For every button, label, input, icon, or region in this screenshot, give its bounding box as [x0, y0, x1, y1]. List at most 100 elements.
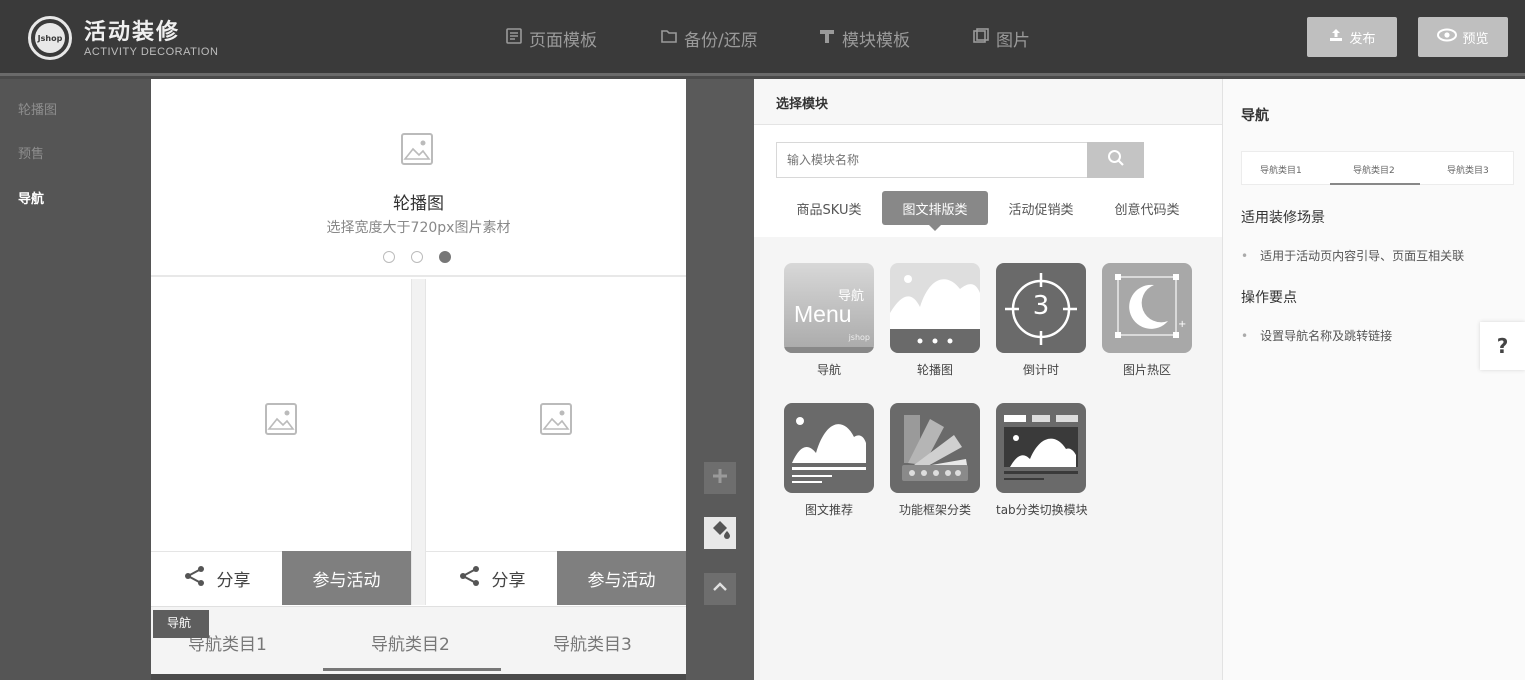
nav-label: 页面模板 [529, 31, 597, 51]
sidebar-item-carousel[interactable]: 轮播图 [18, 99, 57, 118]
category-tab-image-text[interactable]: 图文排版类 [882, 191, 988, 231]
share-icon [183, 564, 207, 594]
category-tab-promotion[interactable]: 活动促销类 [998, 191, 1084, 225]
share-button[interactable]: 分享 [151, 551, 282, 605]
share-icon [458, 564, 482, 594]
page-canvas: 轮播图 选择宽度大于720px图片素材 分享 参与活动 分享 参与活动 导航类目… [151, 79, 686, 674]
upload-icon [1328, 27, 1344, 47]
nav-tab-active-indicator [323, 668, 501, 671]
module-icon-caption: 3 [1032, 291, 1050, 321]
module-item-nav[interactable]: 导航 Menu jshop 导航 [784, 263, 874, 378]
chevron-up-icon [711, 577, 729, 602]
share-button[interactable]: 分享 [426, 551, 557, 605]
module-label: 倒计时 [1022, 363, 1059, 377]
presale-card[interactable]: 分享 参与活动 [151, 279, 411, 605]
add-module-button[interactable] [704, 462, 736, 494]
nav-module-badge: 导航 [153, 610, 209, 638]
eye-icon [1437, 28, 1458, 46]
hotspot-module-icon: + [1102, 263, 1192, 353]
module-picker-panel: 选择模块 商品SKU类 图文排版类 活动促销类 创意代码类 导航 Menu js… [754, 79, 1222, 680]
nav-label: 备份/还原 [684, 31, 758, 51]
detail-preview-tabs: 导航类目1 导航类目2 导航类目3 [1241, 151, 1514, 185]
carousel-block[interactable]: 轮播图 选择宽度大于720px图片素材 [151, 79, 686, 277]
image-placeholder-icon [540, 403, 572, 435]
folder-icon [660, 27, 678, 50]
app-title: 活动装修 [84, 20, 181, 45]
join-activity-button[interactable]: 参与活动 [557, 551, 686, 605]
share-label: 分享 [491, 571, 526, 591]
svg-text:+: + [1178, 319, 1186, 330]
detail-title: 导航 [1241, 108, 1269, 124]
canvas-tools [686, 79, 754, 680]
module-label: 导航 [816, 363, 841, 377]
share-label: 分享 [216, 571, 251, 591]
sidebar-item-nav[interactable]: 导航 [18, 188, 44, 207]
module-item-carousel[interactable]: 轮播图 [890, 263, 980, 378]
detail-tab-1[interactable]: 导航类目1 [1260, 163, 1302, 176]
nav-images[interactable]: 图片 [972, 26, 1030, 51]
module-search-area: 商品SKU类 图文排版类 活动促销类 创意代码类 [754, 125, 1222, 237]
image-placeholder-icon [401, 133, 433, 165]
module-icon-caption: jshop [848, 333, 870, 342]
logo-text: Jshop [35, 23, 65, 53]
detail-tab-2[interactable]: 导航类目2 [1353, 163, 1395, 176]
module-label: 图文推荐 [804, 503, 853, 517]
carousel-dot-active[interactable] [439, 251, 451, 263]
module-panel-title: 选择模块 [754, 79, 1222, 125]
scene-list-item: • 适用于活动页内容引导、页面互相关联 [1241, 247, 1464, 264]
carousel-subtitle: 选择宽度大于720px图片素材 [326, 220, 511, 236]
module-search-input[interactable] [777, 143, 1097, 177]
carousel-dot[interactable] [383, 251, 395, 263]
search-button[interactable] [1087, 142, 1144, 178]
module-item-framework[interactable]: 功能框架分类 [890, 403, 980, 518]
nav-page-template[interactable]: 页面模板 [505, 26, 597, 51]
image-icon [972, 27, 990, 50]
publish-label: 发布 [1349, 31, 1376, 47]
module-item-image-text[interactable]: 图文推荐 [784, 403, 874, 518]
countdown-module-icon: 3 [996, 263, 1086, 353]
nav-tab-2[interactable]: 导航类目2 [371, 630, 450, 655]
carousel-dots [383, 251, 467, 263]
nav-tab-3[interactable]: 导航类目3 [553, 630, 632, 655]
nav-backup-restore[interactable]: 备份/还原 [660, 26, 758, 51]
module-item-countdown[interactable]: 3 倒计时 [996, 263, 1086, 378]
module-icon [818, 27, 836, 50]
menu-module-icon: 导航 Menu jshop [784, 263, 874, 353]
nav-label: 图片 [996, 31, 1030, 51]
bullet-icon: • [1241, 249, 1249, 263]
detail-tab-active-indicator [1330, 183, 1420, 185]
presale-card[interactable]: 分享 参与活动 [426, 279, 686, 605]
framework-module-icon [890, 403, 980, 493]
search-icon [1107, 149, 1125, 172]
join-activity-button[interactable]: 参与活动 [282, 551, 411, 605]
detail-tab-3[interactable]: 导航类目3 [1447, 163, 1489, 176]
category-tab-creative-code[interactable]: 创意代码类 [1104, 191, 1190, 225]
carousel-dot[interactable] [411, 251, 423, 263]
nav-module-block[interactable]: 导航类目1 导航类目2 导航类目3 导航 [151, 606, 686, 674]
bullet-icon: • [1241, 329, 1249, 343]
template-icon [505, 27, 523, 50]
nav-module-template[interactable]: 模块模板 [818, 26, 910, 51]
module-detail-panel: 导航 导航类目1 导航类目2 导航类目3 适用装修场景 • 适用于活动页内容引导、… [1222, 79, 1525, 680]
module-item-hotspot[interactable]: + 图片热区 [1102, 263, 1192, 378]
category-tab-sku[interactable]: 商品SKU类 [784, 191, 874, 225]
publish-button[interactable]: 发布 [1307, 17, 1397, 57]
jshop-logo[interactable]: Jshop [28, 16, 72, 60]
app-subtitle: ACTIVITY DECORATION [84, 46, 219, 58]
paint-bucket-button[interactable] [704, 517, 736, 549]
card-footer: 分享 参与活动 [151, 551, 411, 605]
preview-button[interactable]: 预览 [1418, 17, 1508, 57]
sidebar-item-presale[interactable]: 预售 [18, 143, 44, 162]
module-item-tab-switch[interactable]: tab分类切换模块 [996, 403, 1088, 518]
collapse-up-button[interactable] [704, 573, 736, 605]
nav-label: 模块模板 [842, 31, 910, 51]
module-label: 图片热区 [1122, 363, 1171, 377]
paint-bucket-icon [709, 519, 731, 547]
help-button[interactable]: ? [1480, 322, 1525, 370]
image-placeholder-icon [265, 403, 297, 435]
top-header: Jshop 活动装修 ACTIVITY DECORATION 页面模板 备份/还… [0, 0, 1525, 76]
points-heading: 操作要点 [1241, 290, 1297, 306]
carousel-title: 轮播图 [393, 194, 444, 214]
points-list-item: • 设置导航名称及跳转链接 [1241, 327, 1392, 344]
module-label: tab分类切换模块 [996, 503, 1088, 517]
